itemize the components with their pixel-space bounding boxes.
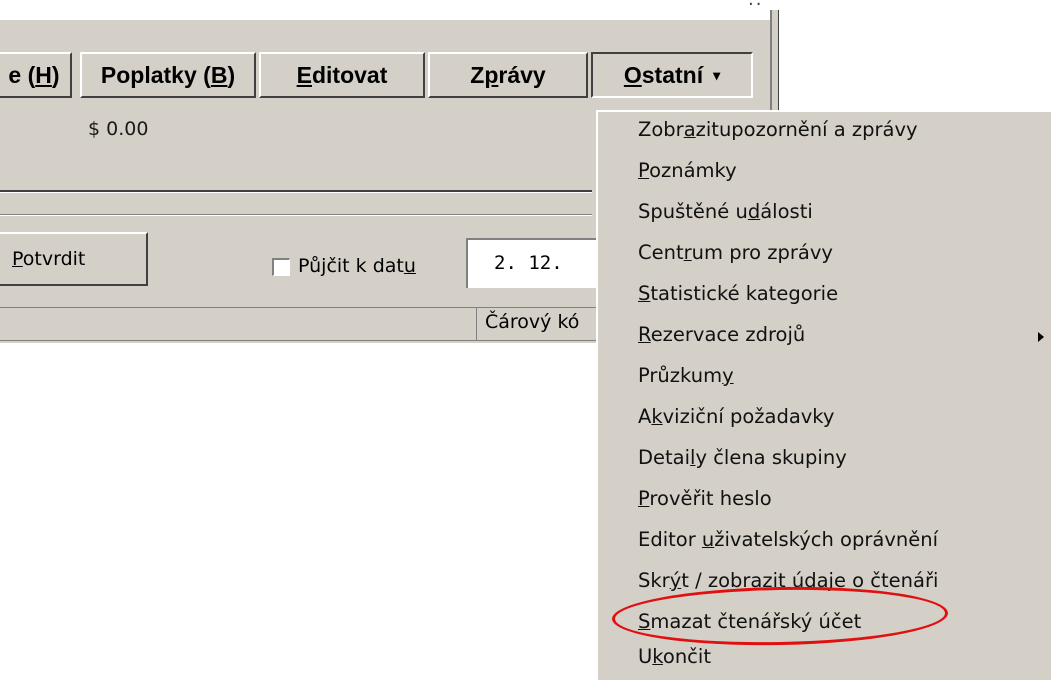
menu-item[interactable]: Centrum pro zprávy <box>638 241 833 264</box>
tab-partial-h[interactable]: e (H) <box>0 52 72 98</box>
confirm-label-key: P <box>12 248 23 270</box>
window-top-strip <box>0 0 776 20</box>
tab-label-key: B <box>210 61 228 88</box>
menu-item[interactable]: Detaily člena skupiny <box>638 446 847 469</box>
menu-item-label-key: a <box>683 118 696 141</box>
menu-item-label-post: oznámky <box>649 159 737 182</box>
menu-item-label-pre: U <box>638 645 653 668</box>
tab-label-key: p <box>484 61 499 88</box>
menu-item-label-pre: Skr <box>638 569 670 592</box>
menu-item-label-post: tatistické kategorie <box>650 282 839 305</box>
tab-label-key: E <box>296 61 312 88</box>
menu-item[interactable]: Průzkumy <box>638 364 734 387</box>
barcode-column-header[interactable]: Čárový kó <box>476 308 596 340</box>
menu-item-label-post: ončit <box>662 645 711 668</box>
menu-item[interactable]: Statistické kategorie <box>638 282 838 305</box>
menu-item-label-post: álosti <box>760 200 813 223</box>
divider <box>0 190 592 193</box>
tab-messages[interactable]: Zprávy <box>428 52 588 98</box>
tab-label-post: rávy <box>498 61 546 88</box>
lend-label-pre: Půjčit k dat <box>298 255 404 277</box>
tab-edit[interactable]: Editovat <box>259 52 425 98</box>
confirm-label-post: otvrdit <box>22 248 86 270</box>
tab-label-post: ) <box>227 61 236 88</box>
tab-label-post: statní <box>641 61 704 88</box>
menu-item-label-pre: Zobr <box>638 118 684 141</box>
menu-item-label-key: P <box>638 487 650 510</box>
menu-item-label-key: u <box>701 528 715 551</box>
menu-item-label-post: viziční požadavky <box>662 405 835 428</box>
menu-item[interactable]: Editor uživatelských oprávnění <box>638 528 938 551</box>
menu-item-label-key: S <box>638 282 651 305</box>
divider <box>0 214 592 216</box>
menu-item-label-pre: Spuštěné u <box>638 200 748 223</box>
menu-item-label-post: um pro zprávy <box>691 241 833 264</box>
menu-item[interactable]: Prověřit heslo <box>638 487 772 510</box>
tab-label-post: ) <box>51 61 60 88</box>
menu-item[interactable]: Zobrazitupozornění a zprávy <box>638 118 918 141</box>
menu-item[interactable]: Spuštěné události <box>638 200 813 223</box>
menu-item-label-key: r <box>683 241 692 264</box>
menu-item-label-post: zitupozornění a zprávy <box>695 118 918 141</box>
menu-item-label-pre: Cent <box>638 241 684 264</box>
tab-label-key: H <box>35 61 52 88</box>
date-input[interactable]: 2. 12. <box>466 238 596 288</box>
tab-label-pre: e ( <box>8 61 36 88</box>
lend-label-key: u <box>403 255 416 277</box>
menu-item[interactable]: Akviziční požadavky <box>638 405 834 428</box>
tab-label-key: O <box>623 61 642 88</box>
menu-item-label-pre: Průzkum <box>638 364 723 387</box>
menu-item-label-pre: Detai <box>638 446 691 469</box>
lend-date-checkbox[interactable] <box>272 258 290 276</box>
menu-item-label-key: P <box>638 159 650 182</box>
tab-label-pre: Poplatky ( <box>100 61 211 88</box>
tab-fees[interactable]: Poplatky (B) <box>80 52 256 98</box>
fee-amount: $ 0.00 <box>88 118 149 140</box>
menu-item-label-key: d <box>747 200 761 223</box>
menu-item-label-post: ezervace zdrojů <box>650 323 806 346</box>
menu-item-label-key: k <box>652 645 663 668</box>
menu-item[interactable]: Poznámky <box>638 159 737 182</box>
menu-item-label-pre: Editor <box>638 528 702 551</box>
menu-item-label-post: y člena skupiny <box>695 446 847 469</box>
menu-item-label-key: ý <box>669 569 682 592</box>
tab-other[interactable]: Ostatní ▾ <box>591 52 753 98</box>
tab-label-pre: Z <box>470 61 485 88</box>
menu-item-label-key: y <box>722 364 734 387</box>
menu-item-label-post: rověřit heslo <box>649 487 772 510</box>
menu-item[interactable]: Ukončit <box>638 645 711 668</box>
tab-label-post: ditovat <box>311 61 388 88</box>
menu-item-label-key: k <box>651 405 663 428</box>
column-header-bar: Čárový kó <box>0 307 596 341</box>
menu-item-label-pre: A <box>638 405 652 428</box>
lend-date-label[interactable]: Půjčit k datu <box>298 255 416 277</box>
menu-item-label-key: R <box>638 323 651 346</box>
submenu-arrow-icon <box>1038 332 1044 342</box>
menu-item-label-post: živatelských oprávnění <box>714 528 939 551</box>
menu-item[interactable]: Rezervace zdrojů <box>638 323 805 346</box>
dropdown-arrow-icon: ▾ <box>713 66 721 83</box>
confirm-button[interactable]: Potvrdit <box>0 232 148 286</box>
